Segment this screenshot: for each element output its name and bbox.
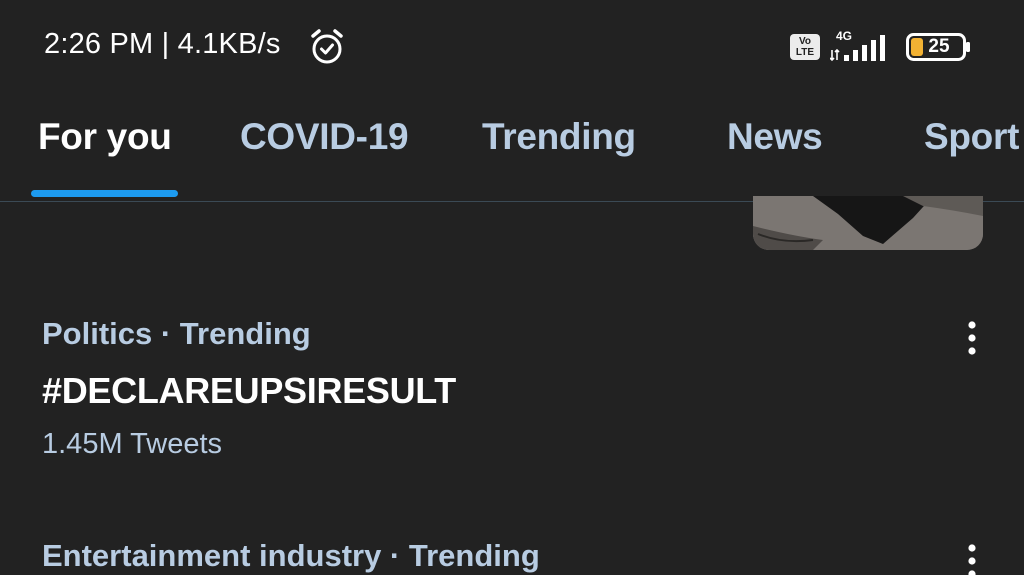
trend-context: Entertainment industry · Trending — [42, 538, 540, 573]
status-bar: 2:26 PM | 4.1KB/s Vo LTE 4G 25 — [0, 0, 1024, 95]
media-thumbnail[interactable] — [753, 196, 983, 250]
tab-covid-19[interactable]: COVID-19 — [240, 116, 409, 158]
app-root: 2:26 PM | 4.1KB/s Vo LTE 4G 25 For you C… — [0, 0, 1024, 575]
active-tab-indicator — [31, 190, 178, 197]
tab-news[interactable]: News — [727, 116, 823, 158]
volte-top-label: Vo — [798, 36, 812, 47]
battery-level: 25 — [928, 36, 950, 57]
explore-tab-bar: For you COVID-19 Trending News Sport — [0, 96, 1024, 202]
tab-trending[interactable]: Trending — [482, 116, 636, 158]
thumbnail-image — [753, 196, 983, 250]
trend-item[interactable]: Politics · Trending #DECLAREUPSIRESULT 1… — [0, 316, 1024, 466]
volte-bottom-label: LTE — [795, 47, 815, 58]
volte-icon: Vo LTE — [790, 34, 820, 60]
trend-title: #DECLAREUPSIRESULT — [42, 370, 456, 411]
trend-context: Politics · Trending — [42, 316, 311, 351]
tab-sport[interactable]: Sport — [924, 116, 1019, 158]
tab-for-you[interactable]: For you — [38, 116, 172, 158]
status-time: 2:26 PM | 4.1KB/s — [44, 28, 281, 60]
trend-tweet-count: 1.45M Tweets — [42, 428, 223, 460]
alarm-icon — [311, 29, 343, 64]
more-options-icon[interactable] — [960, 319, 984, 359]
trend-item[interactable]: Entertainment industry · Trending — [0, 538, 1024, 575]
network-type: 4G — [836, 29, 853, 43]
more-options-icon[interactable] — [960, 542, 984, 575]
